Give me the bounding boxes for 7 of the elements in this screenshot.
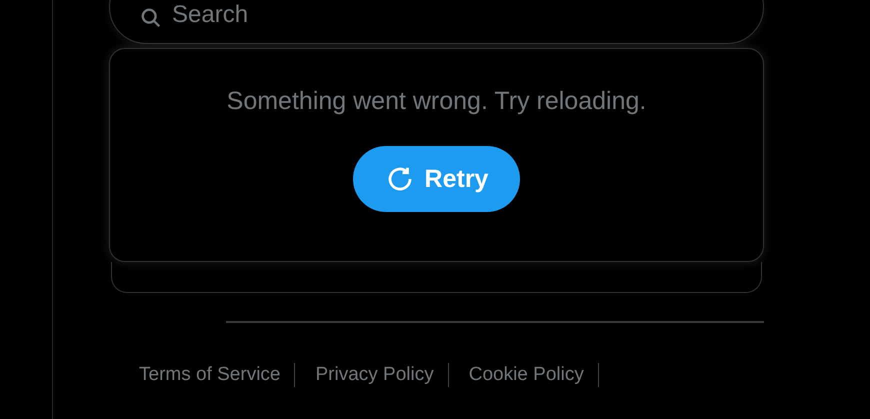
footer-link[interactable]: Cookie Policy (468, 364, 584, 386)
search-icon (140, 7, 162, 29)
footer-link[interactable]: Privacy Policy (315, 364, 434, 386)
footer-link[interactable]: Terms of Service (139, 364, 280, 386)
search-field[interactable]: Search (109, 0, 764, 44)
error-message: Something went wrong. Try reloading. (226, 87, 646, 116)
retry-button[interactable]: Retry (352, 146, 520, 212)
